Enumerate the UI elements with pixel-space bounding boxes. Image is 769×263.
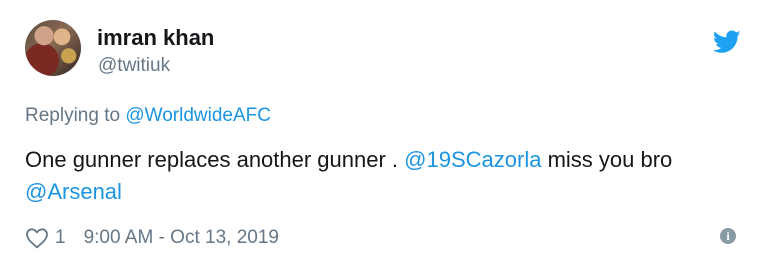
like-count: 1 <box>55 227 66 248</box>
twitter-bird-icon[interactable] <box>713 30 741 54</box>
mention-link-cazorla[interactable]: @19SCazorla <box>404 147 541 172</box>
reply-target-link[interactable]: @WorldwideAFC <box>125 105 271 126</box>
replying-to: Replying to @WorldwideAFC <box>25 104 271 128</box>
author-name[interactable]: imran khan <box>97 25 214 51</box>
heart-icon[interactable] <box>25 227 49 249</box>
author-handle[interactable]: @twitiuk <box>98 55 170 77</box>
replying-prefix: Replying to <box>25 105 121 126</box>
tweet-card: imran khan @twitiuk Replying to @Worldwi… <box>0 0 769 263</box>
avatar[interactable] <box>25 20 81 76</box>
tweet-text-part2: miss you bro <box>541 147 673 172</box>
tweet-timestamp[interactable]: 9:00 AM - Oct 13, 2019 <box>84 227 279 249</box>
info-icon[interactable]: i <box>720 228 736 244</box>
tweet-text: One gunner replaces another gunner . @19… <box>25 144 735 208</box>
mention-link-arsenal[interactable]: @Arsenal <box>25 179 122 204</box>
tweet-footer: 1 9:00 AM - Oct 13, 2019 <box>25 225 279 251</box>
tweet-text-part1: One gunner replaces another gunner . <box>25 147 405 172</box>
